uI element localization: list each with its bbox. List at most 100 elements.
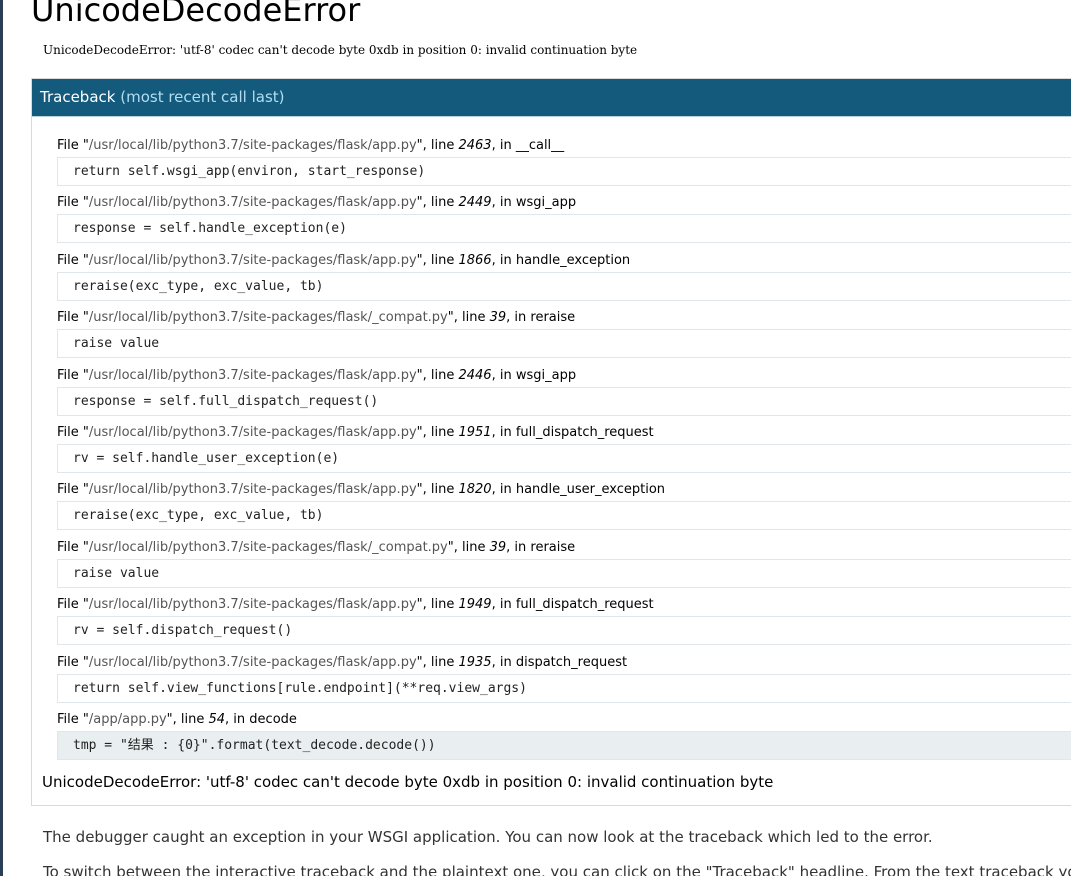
frame-file-line: File "/usr/local/lib/python3.7/site-pack… [57,479,1071,501]
frame-in-label: , in [491,138,516,153]
frame-source-line[interactable]: raise value [57,329,1071,359]
frame-source-line[interactable]: rv = self.handle_user_exception(e) [57,443,1071,473]
explanation-paragraph-2: To switch between the interactive traceb… [43,863,1071,876]
final-exception: UnicodeDecodeError: 'utf-8' codec can't … [42,773,774,791]
frame-source-line[interactable]: reraise(exc_type, exc_value, tb) [57,501,1071,531]
frame-line-number: 39 [489,539,507,555]
frame-path: /usr/local/lib/python3.7/site-packages/f… [88,367,417,383]
frame-file-line: File "/usr/local/lib/python3.7/site-pack… [57,135,1071,157]
frame-line-number: 39 [489,310,507,326]
frame-line-label: ", line [416,654,459,670]
frame-in-label: , in [506,539,531,555]
traceback-frame: File "/usr/local/lib/python3.7/site-pack… [57,537,1071,594]
frame-file-prefix: File " [57,310,89,326]
traceback-frame: File "/usr/local/lib/python3.7/site-pack… [57,307,1071,364]
frame-path: /usr/local/lib/python3.7/site-packages/f… [88,482,417,498]
frame-function: reraise [530,539,576,555]
frame-function: full_dispatch_request [515,597,654,613]
debugger-page: UnicodeDecodeError UnicodeDecodeError: '… [31,0,1071,876]
frame-path: /usr/local/lib/python3.7/site-packages/f… [88,654,417,670]
frame-line-number: 1935 [458,654,492,670]
traceback-frame: File "/usr/local/lib/python3.7/site-pack… [57,422,1071,479]
frame-source-line[interactable]: tmp = "结果 : {0}".format(text_decode.deco… [57,730,1071,760]
traceback-heading-sub: (most recent call last) [120,88,285,106]
frame-line-label: ", line [416,138,459,153]
frame-function: wsgi_app [515,195,577,211]
frame-file-prefix: File " [57,654,89,670]
frame-file-prefix: File " [57,482,89,498]
frame-file-prefix: File " [57,424,89,440]
window-left-edge [0,0,3,876]
frame-function: decode [249,711,297,727]
traceback-heading: Traceback [40,88,116,106]
frame-line-number: 2463 [458,138,492,153]
frame-source-line[interactable]: response = self.full_dispatch_request() [57,386,1071,416]
frame-function: handle_user_exception [515,482,666,498]
frame-file-line: File "/usr/local/lib/python3.7/site-pack… [57,250,1071,272]
frame-line-number: 1949 [458,597,492,613]
frame-in-label: , in [491,597,516,613]
frame-file-line: File "/usr/local/lib/python3.7/site-pack… [57,537,1071,559]
frame-line-label: ", line [447,539,490,555]
frame-in-label: , in [506,310,531,326]
frame-file-prefix: File " [57,539,89,555]
frame-source-line[interactable]: rv = self.dispatch_request() [57,616,1071,646]
traceback-frame: File "/app/app.py", line 54, in decode tm… [57,709,1071,766]
frame-function: handle_exception [515,252,631,268]
explanation: The debugger caught an exception in your… [43,826,1071,876]
frame-line-label: ", line [416,195,459,211]
frame-source-line[interactable]: return self.wsgi_app(environ, start_resp… [57,157,1071,186]
frame-line-number: 1866 [458,252,492,268]
frame-file-prefix: File " [57,138,89,153]
frame-path: /usr/local/lib/python3.7/site-packages/f… [88,138,417,153]
frame-file-line: File "/usr/local/lib/python3.7/site-pack… [57,422,1071,444]
frame-source-line[interactable]: return self.view_functions[rule.endpoint… [57,673,1071,703]
traceback-frames: File "/usr/local/lib/python3.7/site-pack… [57,135,1071,766]
frame-path: /usr/local/lib/python3.7/site-packages/f… [88,310,448,326]
frame-file-prefix: File " [57,195,89,211]
frame-source-line[interactable]: raise value [57,558,1071,588]
traceback-panel: Traceback (most recent call last) File "… [31,78,1071,806]
frame-line-label: ", line [416,482,459,498]
frame-line-number: 1820 [458,482,492,498]
frame-file-line: File "/usr/local/lib/python3.7/site-pack… [57,307,1071,329]
traceback-frame: File "/usr/local/lib/python3.7/site-pack… [57,135,1071,192]
traceback-frame: File "/usr/local/lib/python3.7/site-pack… [57,250,1071,307]
frame-path: /usr/local/lib/python3.7/site-packages/f… [88,424,417,440]
frame-line-number: 2449 [458,195,492,211]
frame-line-number: 2446 [458,367,492,383]
frame-function: dispatch_request [515,654,628,670]
frame-function: reraise [530,310,576,326]
frame-file-line: File "/usr/local/lib/python3.7/site-pack… [57,192,1071,214]
traceback-headline[interactable]: Traceback (most recent call last) [32,79,1071,117]
frame-line-label: ", line [447,310,490,326]
frame-source-line[interactable]: response = self.handle_exception(e) [57,214,1071,244]
frame-path: /app/app.py [88,711,167,727]
frame-file-line: File "/usr/local/lib/python3.7/site-pack… [57,652,1071,674]
frame-in-label: , in [225,711,250,727]
frame-line-label: ", line [416,597,459,613]
error-message: UnicodeDecodeError: 'utf-8' codec can't … [43,43,638,57]
frame-path: /usr/local/lib/python3.7/site-packages/f… [88,195,417,211]
frame-in-label: , in [491,367,516,383]
traceback-frame: File "/usr/local/lib/python3.7/site-pack… [57,192,1071,249]
frame-file-prefix: File " [57,711,89,727]
frame-line-label: ", line [416,367,459,383]
frame-file-line: File "/app/app.py", line 54, in decode [57,709,1071,731]
frame-path: /usr/local/lib/python3.7/site-packages/f… [88,252,417,268]
frame-path: /usr/local/lib/python3.7/site-packages/f… [88,597,417,613]
frame-file-prefix: File " [57,367,89,383]
frame-line-number: 1951 [458,424,492,440]
frame-line-label: ", line [416,424,459,440]
traceback-frame: File "/usr/local/lib/python3.7/site-pack… [57,479,1071,536]
traceback-frame: File "/usr/local/lib/python3.7/site-pack… [57,594,1071,651]
frame-path: /usr/local/lib/python3.7/site-packages/f… [88,539,448,555]
frame-in-label: , in [491,424,516,440]
frame-source-line[interactable]: reraise(exc_type, exc_value, tb) [57,271,1071,301]
frame-file-line: File "/usr/local/lib/python3.7/site-pack… [57,594,1071,616]
explanation-paragraph-1: The debugger caught an exception in your… [43,828,933,846]
frame-in-label: , in [491,654,516,670]
frame-line-number: 54 [208,711,226,727]
frame-function: wsgi_app [515,367,577,383]
frame-line-label: ", line [166,711,209,727]
